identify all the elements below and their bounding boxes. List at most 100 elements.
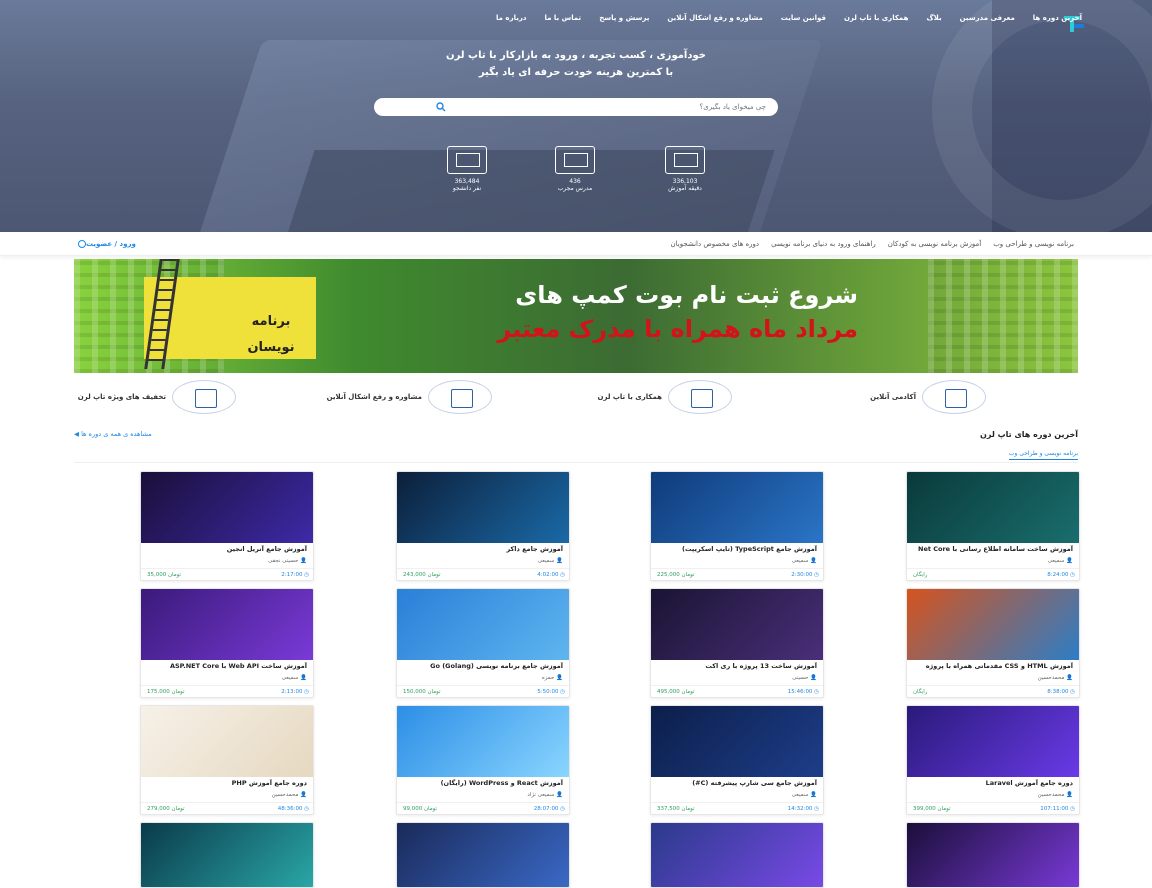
course-meta: 99,000 تومان 28:07:00 ◷ [397, 802, 569, 814]
course-card[interactable]: آموزش جامع برنامه نویسی Go (Golang) 👤 حمز… [396, 588, 570, 698]
feature-label: همکاری با تاپ لرن [597, 393, 662, 401]
course-card[interactable] [140, 822, 314, 888]
course-card[interactable]: دوره جامع آموزش Laravel 👤 محمدحسین 399,000… [906, 705, 1080, 815]
course-card[interactable]: آموزش جامع سی شارپ پیشرفته (C#) 👤 سمیعی 33… [650, 705, 824, 815]
gift-icon [172, 380, 236, 414]
course-title[interactable]: آموزش ساخت 13 پروژه با ری اکت [655, 662, 817, 670]
course-thumbnail[interactable] [397, 823, 569, 887]
nav-item[interactable]: تماس با ما [544, 14, 581, 22]
course-teacher: 👤 سمیعی [537, 558, 563, 564]
course-title[interactable]: آموزش ساخت سامانه اطلاع رسانی با Net Cor… [911, 545, 1073, 553]
course-thumbnail[interactable] [397, 706, 569, 777]
feature-label: مشاوره و رفع اشکال آنلاین [326, 393, 422, 401]
duration-value: 8:24:00 [1047, 572, 1069, 578]
duration-value: 5:50:00 [537, 689, 559, 695]
duration-value: 8:38:00 [1047, 689, 1069, 695]
duration-value: 14:32:00 [787, 806, 813, 812]
course-thumbnail[interactable] [651, 706, 823, 777]
course-thumbnail[interactable] [651, 823, 823, 887]
category-item[interactable]: آموزش برنامه نویسی به کودکان [888, 240, 982, 248]
course-teacher: 👤 محمدحسین [1037, 792, 1073, 798]
course-thumbnail[interactable] [907, 706, 1079, 777]
course-card[interactable]: آموزش React و WordPress (رایگان) 👤 سمیعی … [396, 705, 570, 815]
course-teacher: 👤 حسینی نجفی [267, 558, 307, 564]
course-title[interactable]: آموزش HTML و CSS مقدماتی همراه با پروژه [911, 662, 1073, 670]
category-item[interactable]: دوره های مخصوص دانشجویان [671, 240, 760, 248]
login-button[interactable]: ورود / عضویت [74, 240, 136, 248]
hero-slogan-line2: با کمترین هزینه خودت حرفه ای یاد بگیر [478, 67, 674, 78]
nav-item[interactable]: معرفی مدرسین [960, 14, 1015, 22]
feature-academy[interactable]: آکادمی آنلاین [870, 380, 986, 414]
course-thumbnail[interactable] [651, 589, 823, 660]
view-all-link[interactable]: ◀ مشاهده ی همه ی دوره ها [74, 430, 152, 438]
course-thumbnail[interactable] [141, 706, 313, 777]
duration-value: 107:11:00 [1040, 806, 1069, 812]
search-bar [374, 98, 778, 116]
course-card[interactable]: آموزش جامع آنریل انجین 👤 حسینی نجفی 35,000… [140, 471, 314, 581]
teacher-name: محمدحسین [271, 792, 299, 798]
teacher-icon [555, 146, 595, 174]
course-thumbnail[interactable] [907, 589, 1079, 660]
category-bar: برنامه نویسی و طراحی وب آموزش برنامه نویس… [0, 232, 1152, 256]
category-item[interactable]: برنامه نویسی و طراحی وب [993, 240, 1074, 248]
course-title[interactable]: آموزش React و WordPress (رایگان) [401, 779, 563, 787]
teacher-name: حمزه [541, 675, 555, 681]
course-thumbnail[interactable] [651, 472, 823, 543]
nav-item[interactable]: مشاوره و رفع اشکال آنلاین [667, 14, 762, 22]
feature-discounts[interactable]: تخفیف های ویژه تاپ لرن [78, 380, 236, 414]
course-meta: 243,000 تومان 4:02:00 ◷ [397, 568, 569, 580]
nav-item[interactable]: بلاگ [926, 14, 941, 22]
feature-cooperation[interactable]: همکاری با تاپ لرن [597, 380, 732, 414]
tab-web[interactable]: برنامه نویسی و طراحی وب [1008, 450, 1078, 460]
nav-item[interactable]: درباره ما [496, 14, 526, 22]
course-card[interactable]: آموزش ساخت 13 پروژه با ری اکت 👤 حسینی 495,… [650, 588, 824, 698]
course-title[interactable]: دوره جامع آموزش PHP [145, 779, 307, 787]
course-title[interactable]: آموزش ساخت Web API با ASP.NET Core [145, 662, 307, 670]
course-card[interactable]: آموزش ساخت Web API با ASP.NET Core 👤 سمیع… [140, 588, 314, 698]
nav-item[interactable]: قوانین سایت [781, 14, 826, 22]
course-price: 175,000 تومان [147, 689, 185, 695]
course-duration: 48:36:00 ◷ [277, 806, 309, 812]
course-card[interactable]: آموزش HTML و CSS مقدماتی همراه با پروژه 👤… [906, 588, 1080, 698]
teacher-name: سمیعی [791, 558, 809, 564]
course-card[interactable]: آموزش جامع داکر 👤 سمیعی 243,000 تومان 4:02:… [396, 471, 570, 581]
course-thumbnail[interactable] [141, 589, 313, 660]
course-card[interactable]: دوره جامع آموزش PHP 👤 محمدحسین 279,000 توم… [140, 705, 314, 815]
course-card[interactable] [396, 822, 570, 888]
nav-item[interactable]: آخرین دوره ها [1033, 14, 1082, 22]
course-price: رایگان [913, 689, 928, 695]
handshake-icon [668, 380, 732, 414]
nav-item[interactable]: پرسش و پاسخ [599, 14, 649, 22]
course-thumbnail[interactable] [141, 823, 313, 887]
search-icon[interactable] [436, 102, 446, 112]
course-thumbnail[interactable] [397, 589, 569, 660]
teacher-name: سمیعی [281, 675, 299, 681]
video-icon [665, 146, 705, 174]
nav-item[interactable]: همکاری با تاپ لرن [844, 14, 909, 22]
duration-value: 2:13:00 [281, 689, 303, 695]
course-card[interactable]: آموزش ساخت سامانه اطلاع رسانی با Net Cor… [906, 471, 1080, 581]
search-input[interactable] [466, 101, 766, 113]
course-teacher: 👤 سمیعی [1047, 558, 1073, 564]
category-item[interactable]: راهنمای ورود به دنیای برنامه نویسی [771, 240, 876, 248]
course-title[interactable]: دوره جامع آموزش Laravel [911, 779, 1073, 787]
course-card[interactable]: آموزش جامع TypeScript (تایپ اسکریپت) 👤 سم… [650, 471, 824, 581]
course-teacher: 👤 حسینی [792, 675, 817, 681]
course-thumbnail[interactable] [907, 472, 1079, 543]
course-thumbnail[interactable] [141, 472, 313, 543]
course-card[interactable] [650, 822, 824, 888]
course-duration: 2:13:00 ◷ [281, 689, 309, 695]
stat-teachers: 436 مدرس مجرب [540, 146, 610, 192]
course-thumbnail[interactable] [907, 823, 1079, 887]
course-title[interactable]: آموزش جامع سی شارپ پیشرفته (C#) [655, 779, 817, 787]
teacher-name: سمیعی نژاد [527, 792, 555, 798]
course-card[interactable] [906, 822, 1080, 888]
course-title[interactable]: آموزش جامع برنامه نویسی Go (Golang) [401, 662, 563, 670]
feature-consulting[interactable]: مشاوره و رفع اشکال آنلاین [327, 380, 492, 414]
course-title[interactable]: آموزش جامع آنریل انجین [145, 545, 307, 553]
course-title[interactable]: آموزش جامع TypeScript (تایپ اسکریپت) [655, 545, 817, 553]
course-title[interactable]: آموزش جامع داکر [401, 545, 563, 553]
promo-banner[interactable]: برنامه نویسان شروع ثبت نام بوت کمپ های م… [74, 259, 1078, 373]
stat-label: دقیقه آموزش [668, 185, 702, 192]
course-thumbnail[interactable] [397, 472, 569, 543]
